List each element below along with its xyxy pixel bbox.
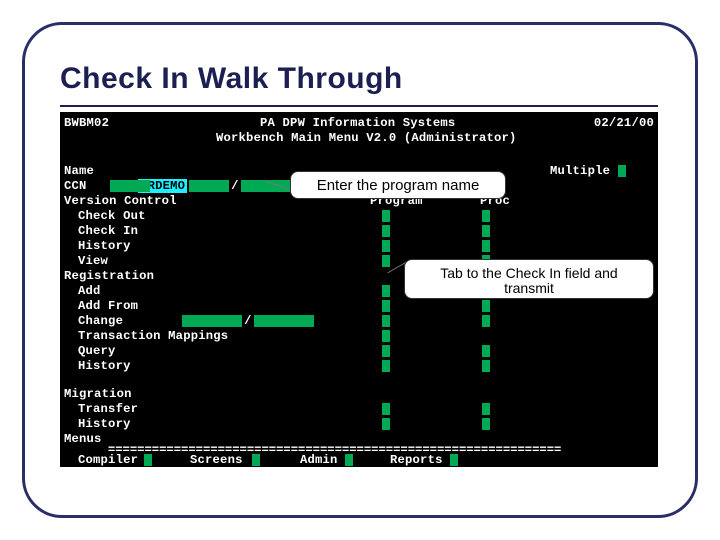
menu-view[interactable]: View: [78, 254, 108, 269]
section-migration: Migration: [64, 387, 132, 402]
menu-screens[interactable]: Screens: [190, 453, 243, 467]
multiple-field[interactable]: [618, 165, 626, 177]
view-program-field[interactable]: [382, 255, 390, 267]
header-date: 02/21/00: [594, 116, 654, 131]
page-title: Check In Walk Through: [60, 62, 403, 96]
checkin-program-field[interactable]: [382, 225, 390, 237]
title-rule: [60, 105, 658, 107]
checkin-proc-field[interactable]: [482, 225, 490, 237]
mhist-proc-field[interactable]: [482, 418, 490, 430]
rhist-program-field[interactable]: [382, 360, 390, 372]
menu-mig-history[interactable]: History: [78, 417, 131, 432]
menu-admin[interactable]: Admin: [300, 453, 338, 467]
change-proc-field[interactable]: [482, 315, 490, 327]
menu-query[interactable]: Query: [78, 344, 116, 359]
addfrom-proc-field[interactable]: [482, 300, 490, 312]
screen-id: BWBM02: [64, 116, 109, 131]
section-registration: Registration: [64, 269, 154, 284]
history-proc-field[interactable]: [482, 240, 490, 252]
change-program-field[interactable]: [382, 315, 390, 327]
ccn-field[interactable]: [110, 180, 150, 192]
checkout-program-field[interactable]: [382, 210, 390, 222]
checkout-proc-field[interactable]: [482, 210, 490, 222]
menu-reports[interactable]: Reports: [390, 453, 443, 467]
addfrom-program-field[interactable]: [382, 300, 390, 312]
menu-reg-history[interactable]: History: [78, 359, 131, 374]
callout-tab-checkin: Tab to the Check In field and transmit: [404, 259, 654, 299]
admin-field[interactable]: [345, 454, 353, 466]
section-version-control: Version Control: [64, 194, 177, 209]
menu-check-in[interactable]: Check In: [78, 224, 138, 239]
name-label: Name: [64, 164, 94, 179]
tm-program-field[interactable]: [382, 330, 390, 342]
menu-check-out[interactable]: Check Out: [78, 209, 146, 224]
menu-transfer[interactable]: Transfer: [78, 402, 138, 417]
menu-change[interactable]: Change: [78, 314, 123, 329]
menu-compiler[interactable]: Compiler: [78, 453, 138, 467]
add-from-field-ext[interactable]: [254, 315, 314, 327]
history-program-field[interactable]: [382, 240, 390, 252]
mhist-program-field[interactable]: [382, 418, 390, 430]
terminal-screen: BWBM02 PA DPW Information Systems 02/21/…: [60, 112, 658, 467]
add-from-field[interactable]: [182, 315, 242, 327]
header-title: PA DPW Information Systems: [260, 116, 455, 131]
name-field-fill[interactable]: [189, 180, 229, 192]
callout-enter-program: Enter the program name: [290, 171, 506, 199]
header-subtitle: Workbench Main Menu V2.0 (Administrator): [216, 131, 517, 146]
query-program-field[interactable]: [382, 345, 390, 357]
add-program-field[interactable]: [382, 285, 390, 297]
compiler-field[interactable]: [144, 454, 152, 466]
transfer-proc-field[interactable]: [482, 403, 490, 415]
transfer-program-field[interactable]: [382, 403, 390, 415]
menu-add-from[interactable]: Add From: [78, 299, 138, 314]
multiple-label: Multiple: [550, 164, 610, 179]
rhist-proc-field[interactable]: [482, 360, 490, 372]
ccn-label: CCN: [64, 179, 87, 194]
menu-history[interactable]: History: [78, 239, 131, 254]
reports-field[interactable]: [450, 454, 458, 466]
menu-trans-mappings[interactable]: Transaction Mappings: [78, 329, 228, 344]
menu-add[interactable]: Add: [78, 284, 101, 299]
query-proc-field[interactable]: [482, 345, 490, 357]
screens-field[interactable]: [252, 454, 260, 466]
